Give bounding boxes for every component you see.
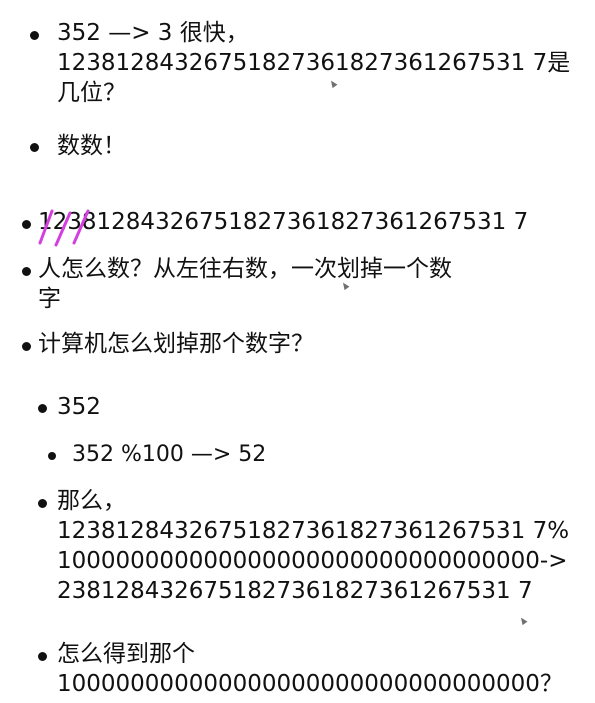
bullet-line: 352 — [57, 394, 101, 420]
bullet-item-so-modulo: 那么， 12381284326751827361827361267531 7% … — [57, 486, 569, 606]
strikethrough-annotation — [38, 209, 90, 247]
bullet-item-question-digits: 352 —> 3 很快， 123812843267518273618273612… — [57, 18, 570, 108]
bullet-line: 352 —> 3 很快， — [57, 20, 249, 46]
bullet-line: 2381284326751827361827361267531 7 — [57, 578, 533, 604]
cursor-icon — [518, 615, 528, 626]
bullet-line: 12381284326751827361827361267531 7% — [57, 518, 570, 544]
bullet-dot — [22, 220, 31, 229]
bullet-dot — [30, 31, 39, 40]
bullet-dot — [38, 404, 47, 413]
bullet-dot — [30, 143, 39, 152]
bullet-line: 100000000000000000000000000000000-> — [57, 548, 568, 574]
bullet-line: 352 %100 —> 52 — [72, 442, 267, 467]
bullet-line: 字 — [38, 286, 61, 312]
bullet-line: 怎么得到那个 — [57, 641, 195, 667]
bullet-dot — [22, 267, 31, 276]
bullet-item-long-number: 12381284326751827361827361267531 7 — [38, 207, 528, 237]
bullet-item-how-get: 怎么得到那个 100000000000000000000000000000000… — [57, 639, 563, 699]
bullet-line: 100000000000000000000000000000000？ — [57, 671, 563, 697]
bullet-item-computer-question: 计算机怎么划掉那个数字？ — [38, 329, 314, 359]
bullet-item-human-count: 人怎么数？从左往右数，一次划掉一个数 字 — [38, 254, 452, 314]
bullet-line: 12381284326751827361827361267531 7是 — [57, 50, 571, 76]
bullet-line: 数数！ — [57, 133, 126, 159]
bullet-line: 计算机怎么划掉那个数字？ — [38, 331, 314, 357]
bullet-dot — [38, 499, 47, 508]
presentation-slide: 352 —> 3 很快， 123812843267518273618273612… — [0, 0, 595, 703]
bullet-dot — [22, 342, 31, 351]
bullet-line: 几位？ — [57, 80, 126, 106]
bullet-dot — [48, 452, 56, 460]
bullet-item-352: 352 — [57, 392, 101, 422]
bullet-line: 人怎么数？从左往右数，一次划掉一个数 — [38, 256, 452, 282]
bullet-dot — [38, 652, 47, 661]
bullet-item-count: 数数！ — [57, 131, 126, 161]
bullet-line: 12381284326751827361827361267531 7 — [38, 209, 529, 235]
bullet-item-modulo-example: 352 %100 —> 52 — [72, 440, 266, 470]
bullet-line: 那么， — [57, 488, 126, 514]
